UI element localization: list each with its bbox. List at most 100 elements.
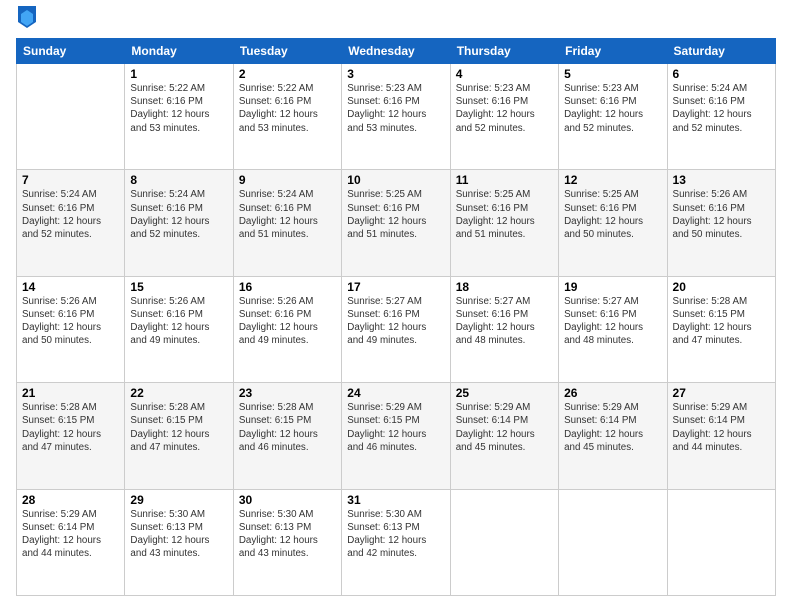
day-number: 21 xyxy=(22,386,119,400)
day-info: Sunrise: 5:30 AM Sunset: 6:13 PM Dayligh… xyxy=(239,508,336,561)
header xyxy=(16,16,776,28)
day-number: 10 xyxy=(347,173,444,187)
calendar-cell: 21Sunrise: 5:28 AM Sunset: 6:15 PM Dayli… xyxy=(17,383,125,489)
day-info: Sunrise: 5:29 AM Sunset: 6:14 PM Dayligh… xyxy=(673,401,770,454)
day-info: Sunrise: 5:28 AM Sunset: 6:15 PM Dayligh… xyxy=(673,295,770,348)
calendar-cell: 17Sunrise: 5:27 AM Sunset: 6:16 PM Dayli… xyxy=(342,276,450,382)
day-number: 16 xyxy=(239,280,336,294)
day-number: 4 xyxy=(456,67,553,81)
calendar-cell: 3Sunrise: 5:23 AM Sunset: 6:16 PM Daylig… xyxy=(342,64,450,170)
day-info: Sunrise: 5:29 AM Sunset: 6:14 PM Dayligh… xyxy=(22,508,119,561)
calendar-cell: 27Sunrise: 5:29 AM Sunset: 6:14 PM Dayli… xyxy=(667,383,775,489)
day-info: Sunrise: 5:24 AM Sunset: 6:16 PM Dayligh… xyxy=(22,188,119,241)
logo-text xyxy=(16,16,36,28)
calendar-cell: 19Sunrise: 5:27 AM Sunset: 6:16 PM Dayli… xyxy=(559,276,667,382)
calendar-cell: 7Sunrise: 5:24 AM Sunset: 6:16 PM Daylig… xyxy=(17,170,125,276)
calendar-cell: 1Sunrise: 5:22 AM Sunset: 6:16 PM Daylig… xyxy=(125,64,233,170)
calendar-cell xyxy=(559,489,667,595)
calendar-cell: 16Sunrise: 5:26 AM Sunset: 6:16 PM Dayli… xyxy=(233,276,341,382)
day-info: Sunrise: 5:26 AM Sunset: 6:16 PM Dayligh… xyxy=(22,295,119,348)
logo-icon xyxy=(18,6,36,28)
day-info: Sunrise: 5:26 AM Sunset: 6:16 PM Dayligh… xyxy=(239,295,336,348)
day-number: 25 xyxy=(456,386,553,400)
weekday-friday: Friday xyxy=(559,39,667,64)
calendar-table: SundayMondayTuesdayWednesdayThursdayFrid… xyxy=(16,38,776,596)
day-info: Sunrise: 5:22 AM Sunset: 6:16 PM Dayligh… xyxy=(130,82,227,135)
day-info: Sunrise: 5:30 AM Sunset: 6:13 PM Dayligh… xyxy=(130,508,227,561)
calendar-cell: 8Sunrise: 5:24 AM Sunset: 6:16 PM Daylig… xyxy=(125,170,233,276)
day-info: Sunrise: 5:26 AM Sunset: 6:16 PM Dayligh… xyxy=(130,295,227,348)
day-number: 9 xyxy=(239,173,336,187)
calendar-cell: 15Sunrise: 5:26 AM Sunset: 6:16 PM Dayli… xyxy=(125,276,233,382)
week-row-2: 7Sunrise: 5:24 AM Sunset: 6:16 PM Daylig… xyxy=(17,170,776,276)
day-info: Sunrise: 5:29 AM Sunset: 6:15 PM Dayligh… xyxy=(347,401,444,454)
calendar-cell: 25Sunrise: 5:29 AM Sunset: 6:14 PM Dayli… xyxy=(450,383,558,489)
day-number: 19 xyxy=(564,280,661,294)
calendar-cell: 6Sunrise: 5:24 AM Sunset: 6:16 PM Daylig… xyxy=(667,64,775,170)
day-number: 5 xyxy=(564,67,661,81)
calendar-cell: 18Sunrise: 5:27 AM Sunset: 6:16 PM Dayli… xyxy=(450,276,558,382)
day-info: Sunrise: 5:27 AM Sunset: 6:16 PM Dayligh… xyxy=(564,295,661,348)
day-info: Sunrise: 5:28 AM Sunset: 6:15 PM Dayligh… xyxy=(22,401,119,454)
day-info: Sunrise: 5:28 AM Sunset: 6:15 PM Dayligh… xyxy=(130,401,227,454)
calendar-cell: 29Sunrise: 5:30 AM Sunset: 6:13 PM Dayli… xyxy=(125,489,233,595)
logo xyxy=(16,16,36,28)
day-number: 1 xyxy=(130,67,227,81)
weekday-tuesday: Tuesday xyxy=(233,39,341,64)
calendar-cell: 10Sunrise: 5:25 AM Sunset: 6:16 PM Dayli… xyxy=(342,170,450,276)
week-row-1: 1Sunrise: 5:22 AM Sunset: 6:16 PM Daylig… xyxy=(17,64,776,170)
calendar-cell: 11Sunrise: 5:25 AM Sunset: 6:16 PM Dayli… xyxy=(450,170,558,276)
day-info: Sunrise: 5:22 AM Sunset: 6:16 PM Dayligh… xyxy=(239,82,336,135)
day-number: 31 xyxy=(347,493,444,507)
calendar-cell: 22Sunrise: 5:28 AM Sunset: 6:15 PM Dayli… xyxy=(125,383,233,489)
weekday-saturday: Saturday xyxy=(667,39,775,64)
calendar-cell: 13Sunrise: 5:26 AM Sunset: 6:16 PM Dayli… xyxy=(667,170,775,276)
day-info: Sunrise: 5:28 AM Sunset: 6:15 PM Dayligh… xyxy=(239,401,336,454)
day-number: 26 xyxy=(564,386,661,400)
day-info: Sunrise: 5:29 AM Sunset: 6:14 PM Dayligh… xyxy=(564,401,661,454)
day-number: 6 xyxy=(673,67,770,81)
week-row-5: 28Sunrise: 5:29 AM Sunset: 6:14 PM Dayli… xyxy=(17,489,776,595)
week-row-3: 14Sunrise: 5:26 AM Sunset: 6:16 PM Dayli… xyxy=(17,276,776,382)
calendar-cell: 31Sunrise: 5:30 AM Sunset: 6:13 PM Dayli… xyxy=(342,489,450,595)
day-info: Sunrise: 5:27 AM Sunset: 6:16 PM Dayligh… xyxy=(456,295,553,348)
day-number: 29 xyxy=(130,493,227,507)
calendar-cell: 9Sunrise: 5:24 AM Sunset: 6:16 PM Daylig… xyxy=(233,170,341,276)
calendar-cell xyxy=(667,489,775,595)
day-info: Sunrise: 5:24 AM Sunset: 6:16 PM Dayligh… xyxy=(673,82,770,135)
day-info: Sunrise: 5:27 AM Sunset: 6:16 PM Dayligh… xyxy=(347,295,444,348)
day-info: Sunrise: 5:23 AM Sunset: 6:16 PM Dayligh… xyxy=(564,82,661,135)
calendar-cell: 4Sunrise: 5:23 AM Sunset: 6:16 PM Daylig… xyxy=(450,64,558,170)
day-number: 20 xyxy=(673,280,770,294)
calendar-cell: 12Sunrise: 5:25 AM Sunset: 6:16 PM Dayli… xyxy=(559,170,667,276)
day-number: 22 xyxy=(130,386,227,400)
day-number: 13 xyxy=(673,173,770,187)
day-number: 23 xyxy=(239,386,336,400)
calendar-cell: 23Sunrise: 5:28 AM Sunset: 6:15 PM Dayli… xyxy=(233,383,341,489)
calendar-cell: 30Sunrise: 5:30 AM Sunset: 6:13 PM Dayli… xyxy=(233,489,341,595)
day-number: 30 xyxy=(239,493,336,507)
day-number: 11 xyxy=(456,173,553,187)
calendar-cell: 24Sunrise: 5:29 AM Sunset: 6:15 PM Dayli… xyxy=(342,383,450,489)
calendar-cell xyxy=(17,64,125,170)
day-number: 7 xyxy=(22,173,119,187)
day-number: 2 xyxy=(239,67,336,81)
weekday-sunday: Sunday xyxy=(17,39,125,64)
day-info: Sunrise: 5:30 AM Sunset: 6:13 PM Dayligh… xyxy=(347,508,444,561)
day-number: 15 xyxy=(130,280,227,294)
calendar-cell: 28Sunrise: 5:29 AM Sunset: 6:14 PM Dayli… xyxy=(17,489,125,595)
week-row-4: 21Sunrise: 5:28 AM Sunset: 6:15 PM Dayli… xyxy=(17,383,776,489)
weekday-header-row: SundayMondayTuesdayWednesdayThursdayFrid… xyxy=(17,39,776,64)
day-number: 3 xyxy=(347,67,444,81)
day-info: Sunrise: 5:23 AM Sunset: 6:16 PM Dayligh… xyxy=(347,82,444,135)
page: SundayMondayTuesdayWednesdayThursdayFrid… xyxy=(0,0,792,612)
calendar-cell: 5Sunrise: 5:23 AM Sunset: 6:16 PM Daylig… xyxy=(559,64,667,170)
day-number: 14 xyxy=(22,280,119,294)
calendar-cell: 20Sunrise: 5:28 AM Sunset: 6:15 PM Dayli… xyxy=(667,276,775,382)
day-info: Sunrise: 5:24 AM Sunset: 6:16 PM Dayligh… xyxy=(130,188,227,241)
day-info: Sunrise: 5:25 AM Sunset: 6:16 PM Dayligh… xyxy=(347,188,444,241)
calendar-cell: 14Sunrise: 5:26 AM Sunset: 6:16 PM Dayli… xyxy=(17,276,125,382)
day-number: 18 xyxy=(456,280,553,294)
day-info: Sunrise: 5:26 AM Sunset: 6:16 PM Dayligh… xyxy=(673,188,770,241)
weekday-monday: Monday xyxy=(125,39,233,64)
